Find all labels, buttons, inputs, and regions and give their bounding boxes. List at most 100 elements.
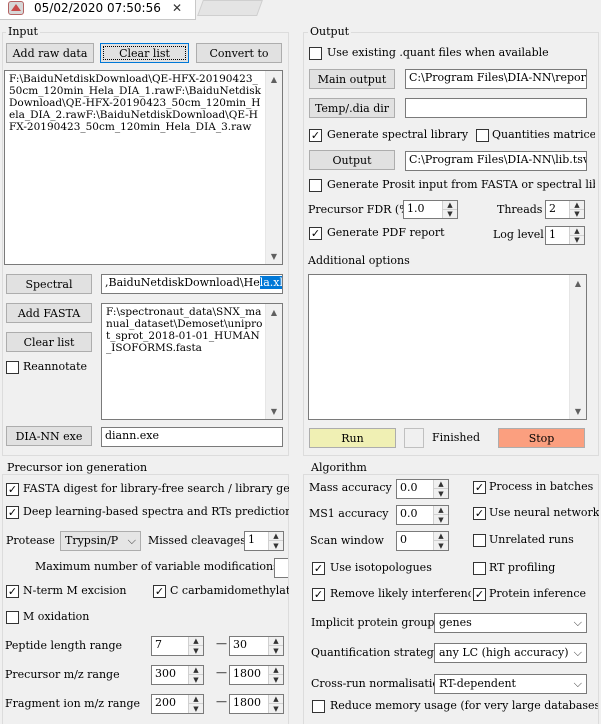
spin-arrows[interactable]: ▲ ▼: [433, 506, 448, 524]
add-raw-data-button[interactable]: Add raw data: [6, 43, 94, 63]
scroll-up-icon[interactable]: ▲: [266, 71, 282, 87]
spin-down-icon[interactable]: ▼: [443, 210, 457, 219]
spin-arrows[interactable]: ▲ ▼: [569, 227, 584, 244]
convert-to-button[interactable]: Convert to: [196, 43, 282, 63]
rt-profiling-checkbox[interactable]: [473, 562, 486, 575]
cross-run-norm-dropdown[interactable]: RT-dependent ⌵: [434, 674, 587, 694]
spin-arrows[interactable]: ▲ ▼: [268, 666, 283, 684]
protein-inference-checkbox[interactable]: ✓: [473, 588, 486, 601]
generate-pdf-report-checkbox[interactable]: ✓: [309, 227, 322, 240]
temp-dia-dir-button[interactable]: Temp/.dia dir: [309, 98, 395, 118]
spin-up-icon[interactable]: ▲: [189, 695, 203, 704]
spin-arrows[interactable]: ▲ ▼: [188, 666, 203, 684]
spin-down-icon[interactable]: ▼: [269, 704, 283, 713]
clear-list-button[interactable]: Clear list: [100, 43, 189, 63]
scroll-up-icon[interactable]: ▲: [266, 304, 282, 320]
generate-prosit-checkbox[interactable]: [309, 179, 322, 192]
stop-button[interactable]: Stop: [498, 428, 585, 448]
quantities-matrices-checkbox[interactable]: [476, 129, 489, 142]
add-fasta-button[interactable]: Add FASTA: [6, 303, 92, 323]
new-tab-button[interactable]: [197, 0, 263, 16]
spin-arrows[interactable]: ▲ ▼: [268, 637, 283, 655]
additional-options-scrollbar[interactable]: ▲ ▼: [569, 275, 586, 419]
scroll-up-icon[interactable]: ▲: [570, 275, 586, 291]
missed-cleavages-spinbox[interactable]: 1 ▲ ▼: [244, 531, 284, 551]
use-existing-quant-checkbox[interactable]: [309, 47, 322, 60]
peptide-length-min-spinbox[interactable]: 7 ▲ ▼: [151, 636, 204, 656]
spin-up-icon[interactable]: ▲: [570, 201, 584, 210]
log-level-spinbox[interactable]: 1 ▲ ▼: [545, 226, 585, 245]
spin-up-icon[interactable]: ▲: [269, 695, 283, 704]
fragment-mz-max-spinbox[interactable]: 1800 ▲ ▼: [229, 694, 284, 714]
spin-down-icon[interactable]: ▼: [269, 646, 283, 655]
spin-arrows[interactable]: ▲ ▼: [188, 637, 203, 655]
spin-up-icon[interactable]: ▲: [269, 532, 283, 541]
remove-interferences-checkbox[interactable]: ✓: [312, 588, 325, 601]
spin-up-icon[interactable]: ▲: [434, 506, 448, 515]
spin-down-icon[interactable]: ▼: [189, 646, 203, 655]
nterm-m-excision-checkbox[interactable]: ✓: [6, 585, 19, 598]
additional-options-field[interactable]: ▲ ▼: [308, 274, 587, 420]
quantification-strategy-dropdown[interactable]: any LC (high accuracy) ⌵: [434, 643, 587, 663]
c-carbamidomethylation-checkbox[interactable]: ✓: [153, 585, 166, 598]
fasta-digest-checkbox[interactable]: ✓: [6, 483, 19, 496]
m-oxidation-checkbox[interactable]: [6, 611, 19, 624]
use-neural-network-checkbox[interactable]: ✓: [473, 507, 486, 520]
spin-up-icon[interactable]: ▲: [189, 637, 203, 646]
spin-down-icon[interactable]: ▼: [189, 675, 203, 684]
max-var-mods-spinbox[interactable]: 0: [274, 558, 288, 578]
spin-down-icon[interactable]: ▼: [434, 515, 448, 524]
precursor-fdr-spinbox[interactable]: 1.0 ▲ ▼: [403, 200, 458, 219]
raw-files-scrollbar[interactable]: ▲ ▼: [265, 71, 282, 264]
spin-arrows[interactable]: ▲ ▼: [268, 695, 283, 713]
spin-down-icon[interactable]: ▼: [434, 541, 448, 550]
protease-dropdown[interactable]: Trypsin/P ⌵: [60, 531, 141, 551]
spin-up-icon[interactable]: ▲: [434, 480, 448, 489]
precursor-mz-min-spinbox[interactable]: 300 ▲ ▼: [151, 665, 204, 685]
spin-up-icon[interactable]: ▲: [570, 227, 584, 236]
spin-arrows[interactable]: ▲ ▼: [268, 532, 283, 550]
spin-arrows[interactable]: ▲ ▼: [433, 480, 448, 498]
generate-spectral-library-checkbox[interactable]: ✓: [309, 129, 322, 142]
spectral-library-path[interactable]: ,BaiduNetdiskDownload\Hela.xls: [101, 274, 283, 294]
scroll-down-icon[interactable]: ▼: [570, 403, 586, 419]
raw-files-list[interactable]: F:\BaiduNetdiskDownload\QE-HFX-20190423_…: [4, 70, 283, 265]
temp-dia-dir-path[interactable]: [405, 98, 587, 118]
scroll-down-icon[interactable]: ▼: [266, 403, 282, 419]
output-library-path[interactable]: C:\Program Files\DIA-NN\lib.tsv: [405, 151, 587, 171]
scroll-down-icon[interactable]: ▼: [266, 248, 282, 264]
spin-arrows[interactable]: ▲ ▼: [569, 201, 584, 218]
spin-down-icon[interactable]: ▼: [189, 704, 203, 713]
implicit-protein-groups-dropdown[interactable]: genes ⌵: [434, 613, 587, 633]
spin-down-icon[interactable]: ▼: [269, 541, 283, 550]
reannotate-checkbox[interactable]: [6, 361, 19, 374]
peptide-length-max-spinbox[interactable]: 30 ▲ ▼: [229, 636, 284, 656]
spin-up-icon[interactable]: ▲: [434, 532, 448, 541]
mass-accuracy-spinbox[interactable]: 0.0 ▲ ▼: [396, 479, 449, 499]
diann-exe-button[interactable]: DIA-NN exe: [6, 426, 92, 446]
spectral-library-button[interactable]: Spectral: [6, 274, 92, 294]
precursor-mz-max-spinbox[interactable]: 1800 ▲ ▼: [229, 665, 284, 685]
spin-up-icon[interactable]: ▲: [443, 201, 457, 210]
use-isotopologues-checkbox[interactable]: ✓: [312, 562, 325, 575]
spin-down-icon[interactable]: ▼: [570, 210, 584, 219]
diann-exe-path[interactable]: diann.exe: [101, 427, 283, 447]
fragment-mz-min-spinbox[interactable]: 200 ▲ ▼: [151, 694, 204, 714]
unrelated-runs-checkbox[interactable]: [473, 534, 486, 547]
output-library-button[interactable]: Output: [309, 150, 395, 170]
main-output-path[interactable]: C:\Program Files\DIA-NN\report: [405, 69, 587, 89]
main-output-button[interactable]: Main output: [309, 69, 395, 89]
close-icon[interactable]: ✕: [172, 1, 182, 15]
deep-learning-checkbox[interactable]: ✓: [6, 506, 19, 519]
run-button[interactable]: Run: [309, 428, 396, 448]
fasta-files-scrollbar[interactable]: ▲ ▼: [265, 304, 282, 419]
spin-up-icon[interactable]: ▲: [269, 637, 283, 646]
spin-arrows[interactable]: ▲ ▼: [433, 532, 448, 550]
clear-fasta-list-button[interactable]: Clear list: [6, 332, 92, 352]
ms1-accuracy-spinbox[interactable]: 0.0 ▲ ▼: [396, 505, 449, 525]
spin-down-icon[interactable]: ▼: [269, 675, 283, 684]
process-in-batches-checkbox[interactable]: ✓: [473, 481, 486, 494]
scan-window-spinbox[interactable]: 0 ▲ ▼: [396, 531, 449, 551]
threads-spinbox[interactable]: 2 ▲ ▼: [545, 200, 585, 219]
spin-up-icon[interactable]: ▲: [269, 666, 283, 675]
